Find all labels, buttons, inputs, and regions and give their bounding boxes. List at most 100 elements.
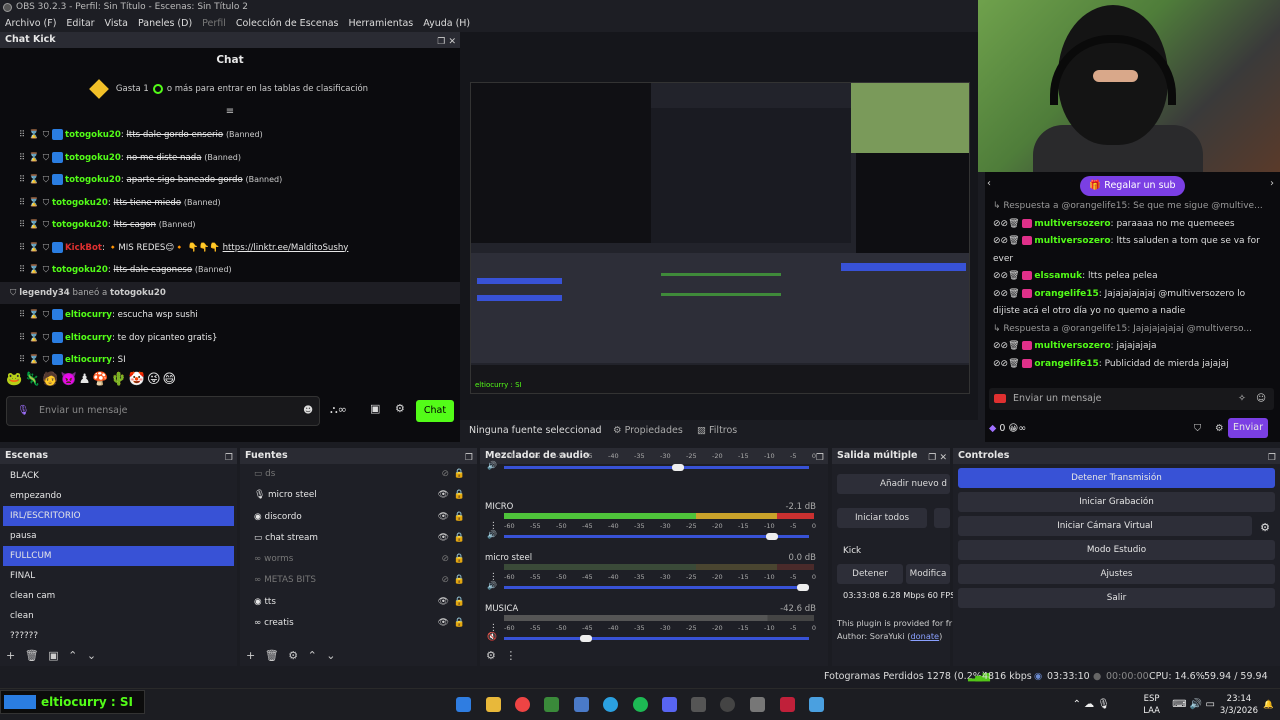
chevron-left-icon[interactable]: ‹ xyxy=(987,178,991,189)
spotify-icon[interactable] xyxy=(633,697,648,712)
photos-icon[interactable] xyxy=(574,697,589,712)
settings-gear-icon[interactable]: ⚙ xyxy=(395,402,405,415)
menu-item[interactable]: Ayuda (H) xyxy=(418,18,475,29)
properties-button[interactable]: ⚙ Propiedades xyxy=(613,420,683,442)
control-button[interactable]: Salir xyxy=(958,588,1275,608)
donate-link[interactable]: donate xyxy=(910,631,939,641)
shield-icon[interactable]: ⛉ xyxy=(40,327,52,350)
magic-icon[interactable]: ✧ xyxy=(1238,388,1246,410)
lock-icon[interactable]: 🔒 xyxy=(454,528,465,549)
modify-output-button[interactable]: Modifica xyxy=(906,564,950,584)
eye-hidden-icon[interactable]: ⊘ xyxy=(441,549,449,570)
mod-tools-icon[interactable]: ⊘⊘🗑 xyxy=(993,289,1022,299)
timeout-icon[interactable]: ⌛ xyxy=(28,327,40,350)
pinned-toggle-icon[interactable]: ≡ xyxy=(0,106,460,124)
volume-slider[interactable] xyxy=(504,586,809,589)
timeout-icon[interactable]: ⌛ xyxy=(28,214,40,237)
mod-tools-icon[interactable]: ⊘⊘🗑 xyxy=(993,219,1022,229)
gear-icon[interactable]: ⚙ xyxy=(288,649,298,662)
mod-tools-icon[interactable]: ⊘⊘🗑 xyxy=(993,271,1022,281)
shield-icon[interactable]: ⛉ xyxy=(40,147,52,170)
timeout-icon[interactable]: ⌛ xyxy=(28,259,40,282)
tray-icons[interactable]: ⌃ ☁ 🎙 xyxy=(1073,699,1110,711)
shield-icon[interactable]: ⛉ xyxy=(40,349,52,372)
speaker-icon[interactable]: 🔊 xyxy=(487,530,497,539)
drag-icon[interactable]: ⠿ xyxy=(16,192,28,215)
menu-dots-icon[interactable]: ⋮ xyxy=(489,623,498,633)
drag-icon[interactable]: ⠿ xyxy=(16,237,28,260)
lock-icon[interactable]: 🔒 xyxy=(454,507,465,528)
timeout-icon[interactable]: ⌛ xyxy=(28,124,40,147)
gift-icon[interactable]: ▣ xyxy=(370,402,380,415)
menu-item[interactable]: Archivo (F) xyxy=(0,18,61,29)
source-item[interactable]: ◉ tts 👁 🔒 xyxy=(240,592,477,613)
drag-icon[interactable]: ⠿ xyxy=(16,304,28,327)
chat-username[interactable]: totogoku20 xyxy=(52,220,108,230)
scene-item[interactable]: empezando xyxy=(3,486,234,506)
timeout-icon[interactable]: ⌛ xyxy=(28,192,40,215)
control-button[interactable]: Iniciar Cámara Virtual xyxy=(958,516,1252,536)
source-item[interactable]: ◉ discordo 👁 🔒 xyxy=(240,507,477,528)
reward-icon[interactable]: ⛬∞ xyxy=(330,403,347,417)
shield-icon[interactable]: ⛉ xyxy=(40,169,52,192)
emoji-picker-icon[interactable]: ☻ xyxy=(303,397,313,425)
chat-username[interactable]: eltiocurry xyxy=(65,333,112,343)
kick-username[interactable]: orangelife15 xyxy=(1034,289,1098,299)
notepad-icon[interactable] xyxy=(809,697,824,712)
lock-icon[interactable]: 🔒 xyxy=(454,464,465,485)
filter-icon[interactable]: ▣ xyxy=(48,649,58,662)
menu-dots-icon[interactable]: ⋮ xyxy=(489,572,498,582)
app-icon[interactable] xyxy=(691,697,706,712)
volume-knob[interactable] xyxy=(671,464,684,471)
preview-canvas[interactable]: eltiocurry : SI xyxy=(470,82,970,394)
arrow-up-icon[interactable]: ⌃ xyxy=(68,649,77,662)
volume-knob[interactable] xyxy=(796,584,809,591)
scene-item[interactable]: clean cam xyxy=(3,586,234,606)
kick-username[interactable]: elssamuk xyxy=(1034,271,1082,281)
drag-icon[interactable]: ⠿ xyxy=(16,169,28,192)
settings-gear-icon[interactable]: ⚙ xyxy=(1215,418,1224,440)
discord-icon[interactable] xyxy=(662,697,677,712)
emoji-picker-icon[interactable]: ☺ xyxy=(1256,388,1266,410)
mod-tools-icon[interactable]: ⊘⊘🗑 xyxy=(993,359,1022,369)
network-volume-icons[interactable]: ⌨ 🔊 ▭ xyxy=(1172,699,1215,711)
arrow-down-icon[interactable]: ⌄ xyxy=(326,649,335,662)
dock-buttons[interactable]: ❐ ✕ xyxy=(928,450,947,466)
scene-item[interactable]: clean xyxy=(3,606,234,626)
shield-icon[interactable]: ⛉ xyxy=(40,259,52,282)
source-item[interactable]: ∞ creatis 👁 🔒 xyxy=(240,613,477,634)
eye-icon[interactable]: 👁 xyxy=(438,592,449,613)
speaker-icon[interactable]: 🔊 xyxy=(487,581,497,590)
shield-icon[interactable]: ⛉ xyxy=(40,237,52,260)
chat-username[interactable]: KickBot xyxy=(65,243,102,253)
add-icon[interactable]: + xyxy=(6,649,15,662)
menu-item[interactable]: Herramientas xyxy=(344,18,419,29)
chat-username[interactable]: totogoku20 xyxy=(65,153,121,163)
kick-username[interactable]: orangelife15 xyxy=(1034,359,1098,369)
source-item[interactable]: ∞ METAS BITS ⊘ 🔒 xyxy=(240,570,477,591)
lock-icon[interactable]: 🔒 xyxy=(454,592,465,613)
eye-icon[interactable]: 👁 xyxy=(438,507,449,528)
shield-icon[interactable]: ⛉ xyxy=(40,214,52,237)
volume-slider[interactable] xyxy=(504,466,809,469)
eye-hidden-icon[interactable]: ⊘ xyxy=(441,570,449,591)
volume-knob[interactable] xyxy=(766,533,779,540)
volume-knob[interactable] xyxy=(580,635,593,642)
program-preview[interactable]: eltiocurry : SI xyxy=(460,32,978,442)
settings-gear-icon[interactable]: ⚙ xyxy=(486,649,496,662)
timeout-icon[interactable]: ⌛ xyxy=(28,147,40,170)
start-all-button[interactable]: Iniciar todos xyxy=(837,508,927,528)
app-icon[interactable] xyxy=(780,697,795,712)
telegram-icon[interactable] xyxy=(603,697,618,712)
minecraft-icon[interactable] xyxy=(544,697,559,712)
lock-icon[interactable]: 🔒 xyxy=(454,485,465,506)
mod-tools-icon[interactable]: ⊘⊘🗑 xyxy=(993,236,1022,246)
mic-icon[interactable]: 🎙 xyxy=(17,397,29,425)
drag-icon[interactable]: ⠿ xyxy=(16,147,28,170)
eye-icon[interactable]: 👁 xyxy=(438,613,449,634)
scene-item[interactable]: FINAL xyxy=(3,566,234,586)
control-button[interactable]: Ajustes xyxy=(958,564,1275,584)
add-icon[interactable]: + xyxy=(246,649,255,662)
close-dock-icon[interactable]: ✕ xyxy=(448,37,456,47)
drag-icon[interactable]: ⠿ xyxy=(16,259,28,282)
